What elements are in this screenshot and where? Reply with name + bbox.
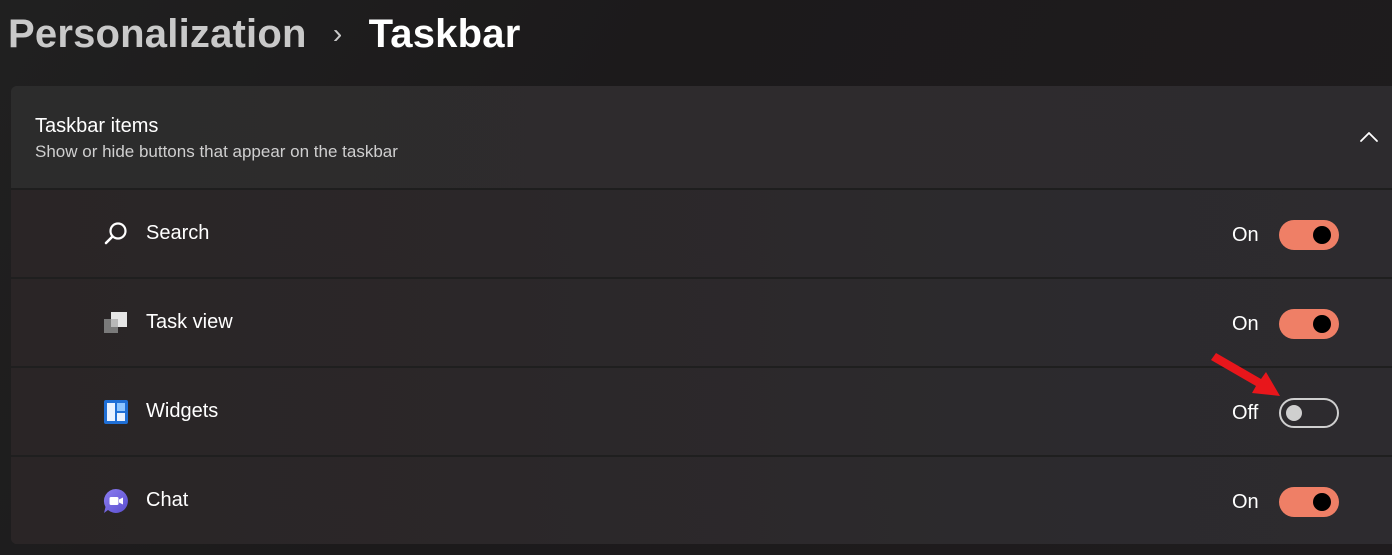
toggle-knob xyxy=(1313,226,1331,244)
task-view-toggle[interactable] xyxy=(1279,309,1339,339)
taskbar-item-widgets: Widgets Off xyxy=(11,368,1392,457)
state-label-widgets: Off xyxy=(1232,402,1259,424)
section-title: Taskbar items xyxy=(35,115,159,137)
chevron-up-icon[interactable] xyxy=(1354,122,1384,152)
toggle-knob xyxy=(1313,315,1331,333)
breadcrumb-separator: › xyxy=(332,18,343,49)
taskbar-item-chat: Chat On xyxy=(11,457,1392,544)
toggle-knob xyxy=(1313,493,1331,511)
item-label-widgets: Widgets xyxy=(146,400,219,422)
widgets-icon xyxy=(104,400,128,424)
item-label-search: Search xyxy=(146,222,210,244)
breadcrumb-personalization[interactable]: Personalization xyxy=(8,12,307,57)
chat-icon xyxy=(103,488,128,513)
taskbar-item-task-view: Task view On xyxy=(11,279,1392,368)
toggle-knob xyxy=(1286,405,1302,421)
section-subtitle: Show or hide buttons that appear on the … xyxy=(35,142,398,161)
taskbar-item-search: Search On xyxy=(11,190,1392,279)
settings-page: Personalization › Taskbar Taskbar items … xyxy=(0,0,1392,555)
state-label-chat: On xyxy=(1232,491,1259,513)
item-label-chat: Chat xyxy=(146,489,189,511)
state-label-search: On xyxy=(1232,224,1259,246)
taskbar-items-panel: Taskbar items Show or hide buttons that … xyxy=(11,86,1392,544)
search-icon xyxy=(104,222,127,245)
widgets-toggle[interactable] xyxy=(1279,398,1339,428)
taskbar-items-header[interactable]: Taskbar items Show or hide buttons that … xyxy=(11,86,1392,190)
task-view-icon xyxy=(104,312,127,333)
breadcrumb: Personalization › Taskbar xyxy=(8,4,520,64)
chat-toggle[interactable] xyxy=(1279,487,1339,517)
page-title: Taskbar xyxy=(368,11,521,56)
search-toggle[interactable] xyxy=(1279,220,1339,250)
item-label-task-view: Task view xyxy=(146,311,233,333)
state-label-task-view: On xyxy=(1232,313,1259,335)
